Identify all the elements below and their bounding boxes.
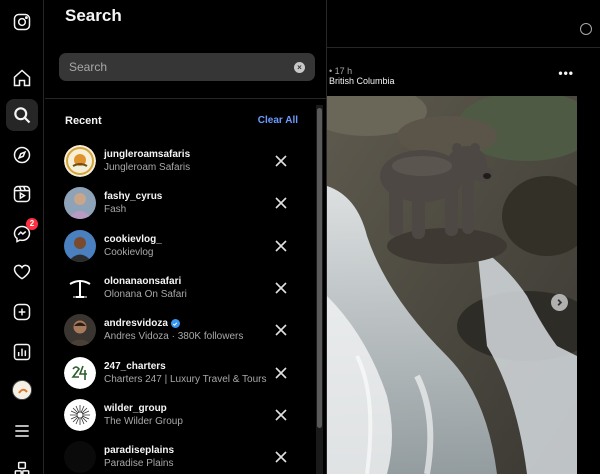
list-item[interactable]: cookievlog_ Cookievlog [45,225,315,267]
remove-icon[interactable] [274,323,288,337]
recent-heading: Recent [65,115,102,127]
avatar [64,314,96,347]
username: andresvidoza [104,318,168,330]
chevron-right-icon [557,299,563,306]
remove-icon[interactable] [274,154,288,168]
list-item[interactable]: wilder_group The Wilder Group [45,394,315,436]
avatar [64,356,96,389]
username: cookievlog_ [104,233,162,245]
remove-icon[interactable] [274,239,288,253]
reels-icon[interactable] [10,182,34,206]
list-item[interactable]: andresvidoza Andres Vidoza · 380K follow… [45,309,315,351]
subtitle: Cookievlog [104,246,154,258]
subtitle: The Wilder Group [104,415,183,427]
avatar [64,229,96,262]
remove-icon[interactable] [274,196,288,210]
search-icon[interactable] [6,99,38,131]
list-item[interactable]: olonanaonsafari Olonana On Safari [45,267,315,309]
scrollbar-thumb[interactable] [317,108,322,428]
post-image[interactable] [327,96,577,474]
search-box: × [59,53,315,81]
more-icon[interactable] [10,458,34,474]
search-input[interactable] [69,60,294,74]
dashboard-icon[interactable] [10,340,34,364]
remove-icon[interactable] [274,408,288,422]
recent-list: jungleroamsafaris Jungleroam Safaris fash… [45,140,315,474]
avatar [64,398,96,431]
username: fashy_cyrus [104,191,163,203]
username-row: andresvidoza [104,317,243,330]
avatar [64,441,96,474]
subtitle: Andres Vidoza · 380K followers [104,331,244,343]
next-image-button[interactable] [551,294,568,311]
username: jungleroamsafaris [104,149,191,161]
list-item[interactable]: 247_charters Charters 247 | Luxury Travel… [45,351,315,393]
username: paradiseplains [104,445,175,457]
subtitle: Olonana On Safari [104,289,187,301]
subtitle: Jungleroam Safaris [104,162,191,174]
home-icon[interactable] [10,66,34,90]
remove-icon[interactable] [274,281,288,295]
username: wilder_group [104,402,167,414]
subtitle: Fash [104,204,127,216]
more-options-icon[interactable]: ••• [558,66,574,80]
notification-badge: 2 [26,218,38,230]
list-item[interactable]: paradiseplains Paradise Plains [45,436,315,474]
clear-all-button[interactable]: Clear All [258,115,298,126]
post-time: • 17 h [329,66,353,76]
username: 247_charters [104,360,166,372]
panel-title: Search [65,6,122,25]
search-panel: Search × Recent Clear All jungleroamsafa… [45,0,327,474]
divider [45,98,327,99]
messages-icon[interactable]: 2 [10,218,38,246]
emoji-icon[interactable] [580,23,592,35]
explore-icon[interactable] [10,143,34,167]
remove-icon[interactable] [274,450,288,464]
divider [327,47,600,48]
notifications-heart-icon[interactable] [10,260,34,284]
avatar [64,272,96,305]
username: olonanaonsafari [104,276,182,288]
instagram-logo-icon[interactable] [10,10,34,34]
feed-area: • 17 h British Columbia ••• [327,0,600,474]
subtitle: Paradise Plains [104,458,174,470]
subtitle: Charters 247 | Luxury Travel & Tours [104,373,267,385]
post-location[interactable]: British Columbia [329,76,395,86]
menu-icon[interactable] [10,419,34,443]
list-item[interactable]: jungleroamsafaris Jungleroam Safaris [45,140,315,182]
avatar [64,187,96,220]
clear-search-icon[interactable]: × [294,61,305,73]
verified-badge-icon [170,319,180,329]
remove-icon[interactable] [274,366,288,380]
create-icon[interactable] [10,300,34,324]
avatar [64,145,96,178]
list-item[interactable]: fashy_cyrus Fash [45,182,315,224]
sidebar-rail: 2 [0,0,44,474]
profile-avatar[interactable] [12,380,32,400]
